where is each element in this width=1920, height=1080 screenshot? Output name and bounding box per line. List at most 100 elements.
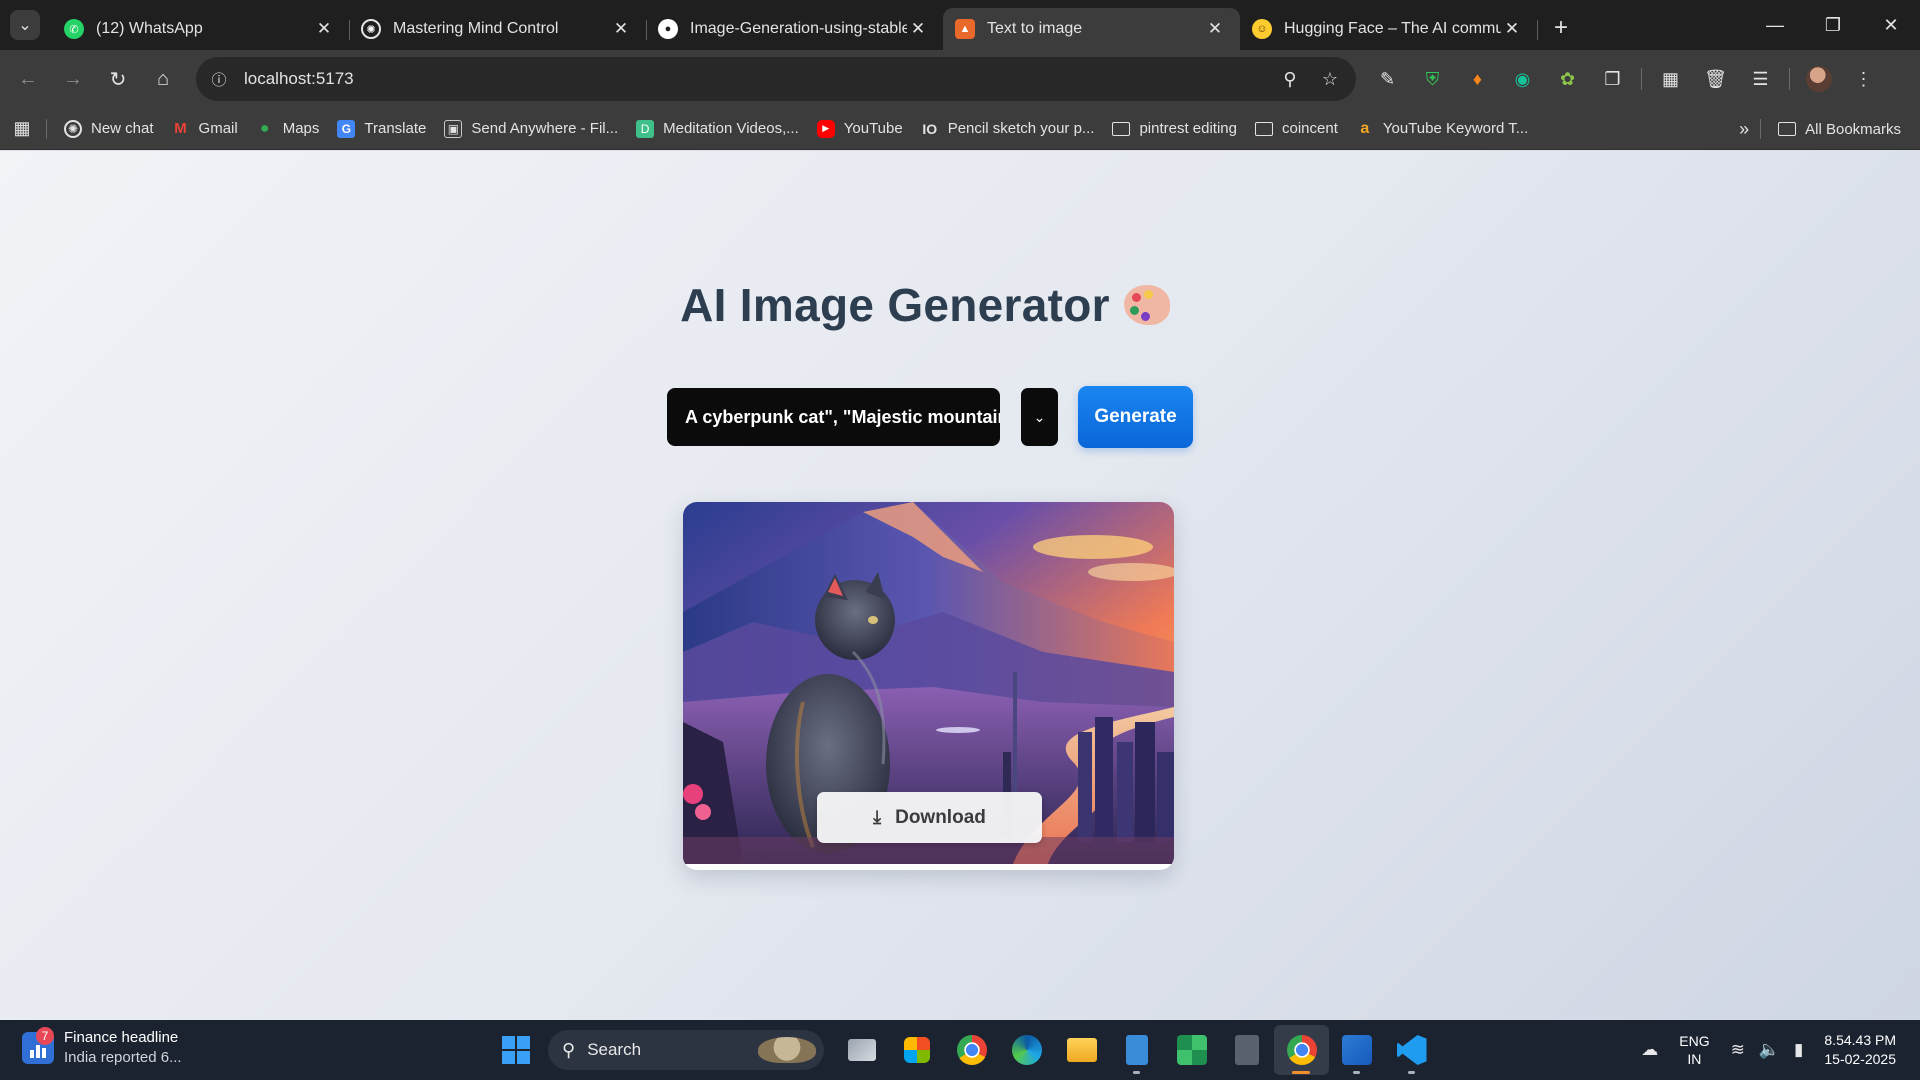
- download-button[interactable]: ⤓ Download: [817, 792, 1042, 843]
- clock[interactable]: 8.54.43 PM 15-02-2025: [1824, 1031, 1896, 1069]
- all-bookmarks-button[interactable]: All Bookmarks: [1769, 113, 1910, 145]
- close-icon[interactable]: ✕: [1501, 18, 1523, 40]
- menu-kebab-icon[interactable]: ⋮: [1841, 59, 1886, 99]
- vscode-icon[interactable]: [1384, 1025, 1439, 1075]
- minimize-icon[interactable]: —: [1746, 0, 1804, 50]
- bookmark-meditation[interactable]: D Meditation Videos,...: [627, 113, 808, 145]
- language-indicator[interactable]: ENG IN: [1679, 1032, 1709, 1068]
- battery-icon[interactable]: ▮: [1794, 1040, 1803, 1060]
- language-code: ENG: [1679, 1033, 1710, 1049]
- bookmark-gmail[interactable]: M Gmail: [163, 113, 247, 145]
- bookmark-new-chat[interactable]: ✺ New chat: [55, 113, 163, 145]
- tab-github[interactable]: ● Image-Generation-using-stable ✕: [646, 8, 943, 50]
- bookmark-star-icon[interactable]: ☆: [1314, 63, 1346, 95]
- tab-groups-icon[interactable]: ▦: [1648, 59, 1693, 99]
- bookmark-send-anywhere[interactable]: ▣ Send Anywhere - Fil...: [435, 113, 627, 145]
- generate-button[interactable]: Generate: [1078, 386, 1193, 448]
- bookmark-pencil-sketch[interactable]: IO Pencil sketch your p...: [912, 113, 1104, 145]
- widgets-app-icon[interactable]: [1164, 1025, 1219, 1075]
- file-explorer-icon[interactable]: [1054, 1025, 1109, 1075]
- page-title-text: AI Image Generator: [680, 279, 1110, 331]
- forward-button[interactable]: →: [53, 59, 93, 99]
- address-bar-actions: ⚲ ☆: [1274, 57, 1346, 101]
- word-icon[interactable]: [1329, 1025, 1384, 1075]
- tab-text-to-image[interactable]: ▲ Text to image ✕: [943, 8, 1240, 50]
- back-button[interactable]: ←: [8, 59, 48, 99]
- reload-button[interactable]: ↻: [98, 59, 138, 99]
- model-select[interactable]: ⌄: [1021, 388, 1058, 446]
- running-indicator: [1408, 1071, 1415, 1074]
- volume-icon[interactable]: 🔈: [1759, 1040, 1780, 1060]
- profile-avatar[interactable]: [1796, 59, 1841, 99]
- apps-grid-icon[interactable]: ▦: [0, 118, 44, 139]
- bookmark-folder-pintrest[interactable]: pintrest editing: [1103, 113, 1246, 145]
- bookmark-label: Gmail: [198, 120, 238, 137]
- edge-icon[interactable]: [999, 1025, 1054, 1075]
- windows-start-icon[interactable]: [496, 1030, 536, 1070]
- taskbar-apps: ⚲ Search: [496, 1020, 1439, 1080]
- translate-icon: G: [337, 119, 356, 138]
- microsoft-store-icon[interactable]: [889, 1025, 944, 1075]
- tab-title: Mastering Mind Control: [393, 20, 559, 37]
- task-view-icon[interactable]: [834, 1025, 889, 1075]
- incognito-icon[interactable]: ☰: [1738, 59, 1783, 99]
- tab-whatsapp[interactable]: ✆ (12) WhatsApp ✕: [52, 8, 350, 50]
- prompt-input[interactable]: A cyberpunk cat", "Majestic mountain: [667, 388, 1000, 446]
- window-close-icon[interactable]: ✕: [1862, 0, 1920, 50]
- bookmark-label: YouTube Keyword T...: [1382, 120, 1529, 137]
- bookmark-folder-coincent[interactable]: coincent: [1246, 113, 1347, 145]
- shield-extension-icon[interactable]: ⛨: [1410, 59, 1455, 99]
- avatar: [1805, 66, 1832, 92]
- chrome-icon[interactable]: [944, 1025, 999, 1075]
- tab-mastering-mind-control[interactable]: ✺ Mastering Mind Control ✕: [349, 8, 647, 50]
- notepad-icon[interactable]: [1109, 1025, 1164, 1075]
- calculator-icon[interactable]: [1219, 1025, 1274, 1075]
- trash-icon[interactable]: 🗑: [1693, 59, 1738, 99]
- bookmark-label: coincent: [1282, 120, 1338, 137]
- close-icon[interactable]: ✕: [1204, 18, 1226, 40]
- bookmarks-separator: [46, 118, 47, 139]
- eyedropper-extension-icon[interactable]: ✎: [1365, 59, 1410, 99]
- chrome-active-icon[interactable]: [1274, 1025, 1329, 1075]
- bookmark-label: Meditation Videos,...: [663, 120, 799, 137]
- tab-search-button[interactable]: ⌄: [10, 10, 40, 40]
- bookmark-youtube-keyword[interactable]: a YouTube Keyword T...: [1347, 113, 1537, 145]
- chevron-down-icon: ⌄: [1033, 408, 1046, 425]
- news-widget[interactable]: 7 Finance headline India reported 6...: [22, 1027, 182, 1068]
- new-tab-button[interactable]: +: [1543, 10, 1579, 46]
- grammarly-extension-icon[interactable]: ◉: [1500, 59, 1545, 99]
- bookmark-label: YouTube: [843, 120, 903, 137]
- bookmark-maps[interactable]: ● Maps: [247, 113, 329, 145]
- toolbar-separator: [1789, 68, 1790, 90]
- wifi-icon[interactable]: ≋: [1731, 1040, 1745, 1060]
- keyword-tool-icon: a: [1360, 119, 1370, 137]
- url-text[interactable]: localhost:5173: [244, 69, 354, 89]
- close-icon[interactable]: ✕: [313, 18, 335, 40]
- more-bookmarks-icon[interactable]: »: [1730, 113, 1758, 145]
- restore-icon[interactable]: ❐: [1804, 0, 1862, 50]
- taskbar-search[interactable]: ⚲ Search: [548, 1030, 824, 1070]
- site-info-icon[interactable]: ⓘ: [206, 66, 232, 92]
- ai-extension-icon[interactable]: ✿: [1545, 59, 1590, 99]
- onedrive-off-icon[interactable]: ☁: [1641, 1040, 1658, 1060]
- metamask-extension-icon[interactable]: ♦: [1455, 59, 1500, 99]
- toolbar-separator: [1641, 68, 1642, 90]
- tab-hugging-face[interactable]: ☺ Hugging Face – The AI commun ✕: [1240, 8, 1538, 50]
- prompt-input-value: A cyberpunk cat", "Majestic mountain: [685, 406, 1000, 427]
- bookmark-translate[interactable]: G Translate: [328, 113, 435, 145]
- chatgpt-icon: ✺: [361, 19, 381, 39]
- bookmark-youtube[interactable]: ▶ YouTube: [808, 113, 912, 145]
- close-icon[interactable]: ✕: [610, 18, 632, 40]
- palette-icon: [1123, 285, 1170, 327]
- bookmark-label: New chat: [91, 120, 154, 137]
- download-button-label: Download: [895, 806, 986, 828]
- zoom-icon[interactable]: ⚲: [1274, 63, 1306, 95]
- address-bar[interactable]: ⓘ localhost:5173 ⚲ ☆: [196, 57, 1356, 101]
- home-button[interactable]: ⌂: [143, 59, 183, 99]
- close-icon[interactable]: ✕: [907, 18, 929, 40]
- tab-title: Hugging Face – The AI commun: [1284, 20, 1501, 37]
- puzzle-extensions-icon[interactable]: ❐: [1590, 59, 1635, 99]
- running-indicator: [1353, 1071, 1360, 1074]
- news-title: Finance headline: [64, 1029, 179, 1046]
- search-label: Search: [587, 1040, 642, 1059]
